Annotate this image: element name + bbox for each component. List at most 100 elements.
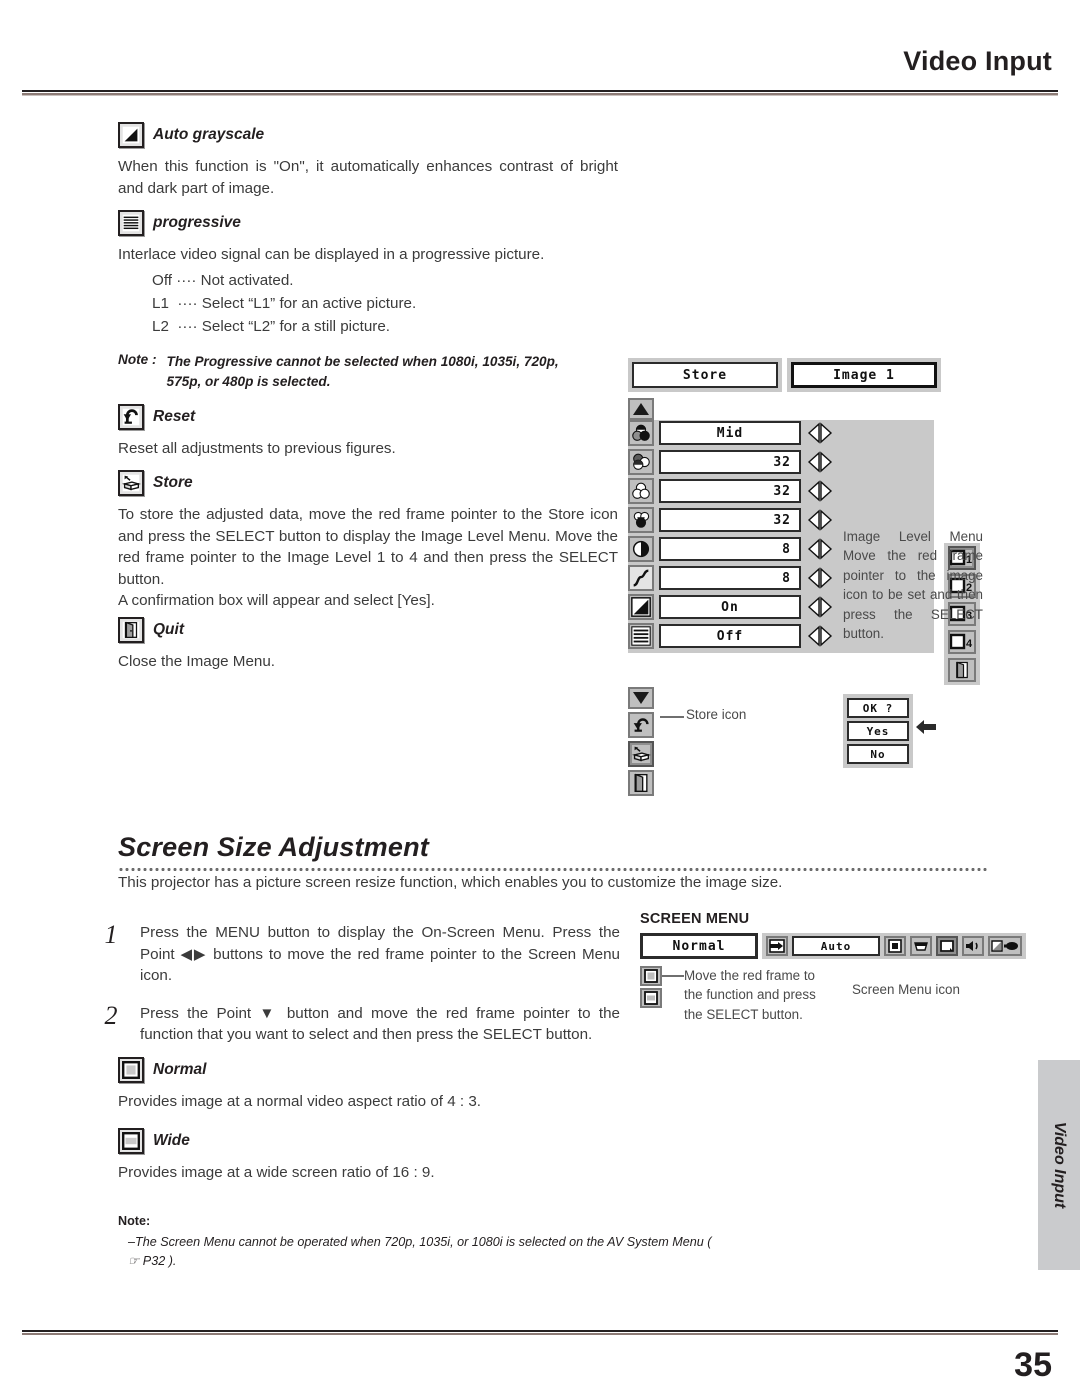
osd-adjust-arrows[interactable] (807, 625, 833, 647)
reset-label: Reset (153, 408, 196, 425)
osd-value[interactable]: 8 (659, 537, 801, 561)
side-tab-label: Video Input (1051, 1121, 1068, 1209)
quit-body: Close the Image Menu. (118, 653, 276, 670)
section-normal: Normal Provides image at a normal video … (118, 1057, 618, 1113)
progressive-heading-row: progressive (118, 210, 618, 236)
osd-reset-icon[interactable] (628, 712, 654, 738)
progressive-icon (118, 210, 144, 236)
auto-grayscale-heading-row: Auto grayscale (118, 122, 618, 148)
input-icon[interactable] (766, 936, 788, 956)
normal-heading-row: Normal (118, 1057, 618, 1083)
osd-adjust-arrows[interactable] (807, 567, 833, 589)
pointer-arrow-icon (915, 718, 937, 741)
screen-menu-callout: Move the red frame to the function and p… (684, 968, 816, 1022)
progressive-option-off: Off ···· Not activated. (152, 271, 294, 289)
footer-rule (22, 1330, 1058, 1335)
osd-value[interactable]: 32 (659, 479, 801, 503)
osd-value[interactable]: 8 (659, 566, 801, 590)
osd-adjust-arrows[interactable] (807, 596, 833, 618)
store-heading-row: Store (118, 470, 618, 496)
confirm-no-button: No (847, 744, 909, 764)
wide-aspect-icon[interactable] (640, 988, 662, 1008)
osd-scroll-down-button[interactable] (628, 687, 654, 709)
progressive-label: progressive (153, 214, 241, 231)
osd-quit-icon[interactable] (628, 770, 654, 796)
image-select-icon[interactable] (910, 936, 932, 956)
screen-size-section-header: Screen Size Adjustment (118, 832, 988, 871)
progressive-note-text: The Progressive cannot be selected when … (166, 353, 559, 390)
step-2-number: 2 (104, 1000, 118, 1030)
step-2: 2 Press the Point ▼ button and move the … (100, 1000, 621, 1046)
store-icon (118, 470, 144, 496)
normal-body: Provides image at a normal video aspect … (118, 1093, 482, 1110)
confirm-dialog: OK ? Yes No (843, 694, 937, 768)
reset-icon (118, 404, 144, 430)
confirm-yes-button[interactable]: Yes (847, 721, 909, 741)
osd-value[interactable]: 32 (659, 450, 801, 474)
contrast-balance-icon[interactable] (628, 449, 654, 475)
wide-label: Wide (153, 1132, 190, 1149)
color-temp-icon[interactable] (628, 420, 654, 446)
progressive-body: Interlace video signal can be displayed … (118, 246, 545, 263)
sound-icon[interactable] (962, 936, 984, 956)
green-level-icon[interactable] (628, 507, 654, 533)
gamma-icon[interactable] (628, 565, 654, 591)
step-2-text: Press the Point ▼ button and move the re… (140, 1004, 620, 1044)
section-auto-grayscale: Auto grayscale When this function is "On… (118, 122, 618, 199)
contrast-icon[interactable] (628, 536, 654, 562)
osd-row: 32 (628, 449, 934, 475)
osd-adjust-arrows[interactable] (807, 451, 833, 473)
osd-adjust-arrows[interactable] (807, 509, 833, 531)
quit-icon (118, 617, 144, 643)
store-icon-leader (660, 716, 684, 718)
screen-size-heading: Screen Size Adjustment (118, 832, 429, 862)
header-rule (22, 90, 1058, 96)
osd-value[interactable]: On (659, 595, 801, 619)
bottom-note: Note: –The Screen Menu cannot be operate… (118, 1212, 718, 1270)
red-level-icon[interactable] (628, 478, 654, 504)
osd-store-title[interactable]: Store (632, 362, 778, 388)
osd-value[interactable]: 32 (659, 508, 801, 532)
triangle-down-icon (633, 692, 649, 704)
screen-menu-icon-label: Screen Menu icon (852, 982, 960, 997)
reset-heading-row: Reset (118, 404, 618, 430)
screen-menu-value[interactable]: Normal (640, 933, 758, 959)
screen-icon[interactable] (936, 936, 958, 956)
image-level-menu-caption: Image Level Menu Move the red frame poin… (843, 529, 983, 642)
system-icon[interactable] (884, 936, 906, 956)
osd-image-level-title[interactable]: Image 1 (791, 362, 937, 388)
page-number: 35 (1014, 1346, 1052, 1384)
step-1-text: Press the MENU button to display the On-… (140, 924, 620, 985)
osd-row: 32 (628, 478, 934, 504)
screen-menu-auto-value[interactable]: Auto (792, 936, 880, 956)
setting-icon[interactable] (988, 936, 1022, 956)
osd-store-icon[interactable] (628, 741, 654, 767)
step-1-number: 1 (104, 920, 118, 949)
osd-adjust-arrows[interactable] (807, 538, 833, 560)
progressive-option-l2: L2 ···· Select “L2” for a still picture. (152, 317, 391, 335)
bottom-note-label: Note: (118, 1214, 151, 1228)
screen-menu-icon-pair (640, 966, 662, 1008)
osd-scroll-up-button[interactable] (628, 398, 654, 420)
normal-aspect-icon[interactable] (640, 966, 662, 986)
wide-aspect-icon (118, 1128, 144, 1154)
image-level-quit-icon[interactable] (948, 658, 976, 682)
progressive-icon[interactable] (628, 623, 654, 649)
progressive-note: Note : The Progressive cannot be selecte… (118, 352, 618, 393)
normal-aspect-icon (118, 1057, 144, 1083)
step-1: 1 Press the MENU button to display the O… (100, 920, 621, 987)
progressive-option-l1: L1 ···· Select “L1” for an active pictur… (152, 294, 417, 312)
osd-value[interactable]: Mid (659, 421, 801, 445)
manual-page: Video Input Auto grayscale When this fun… (0, 0, 1080, 1397)
osd-value[interactable]: Off (659, 624, 801, 648)
osd-adjust-arrows[interactable] (807, 480, 833, 502)
osd-adjust-arrows[interactable] (807, 422, 833, 444)
screen-menu-figure: SCREEN MENU Normal Auto Move the red fra… (640, 911, 1026, 1024)
progressive-note-label: Note : (118, 351, 157, 367)
quit-heading-row: Quit (118, 617, 618, 643)
osd-title-left-wrap: Store (628, 358, 782, 392)
bottom-note-text: –The Screen Menu cannot be operated when… (128, 1235, 712, 1268)
side-tab-video-input: Video Input (1038, 1060, 1080, 1270)
osd-row: Mid (628, 420, 934, 446)
auto-grayscale-icon[interactable] (628, 594, 654, 620)
